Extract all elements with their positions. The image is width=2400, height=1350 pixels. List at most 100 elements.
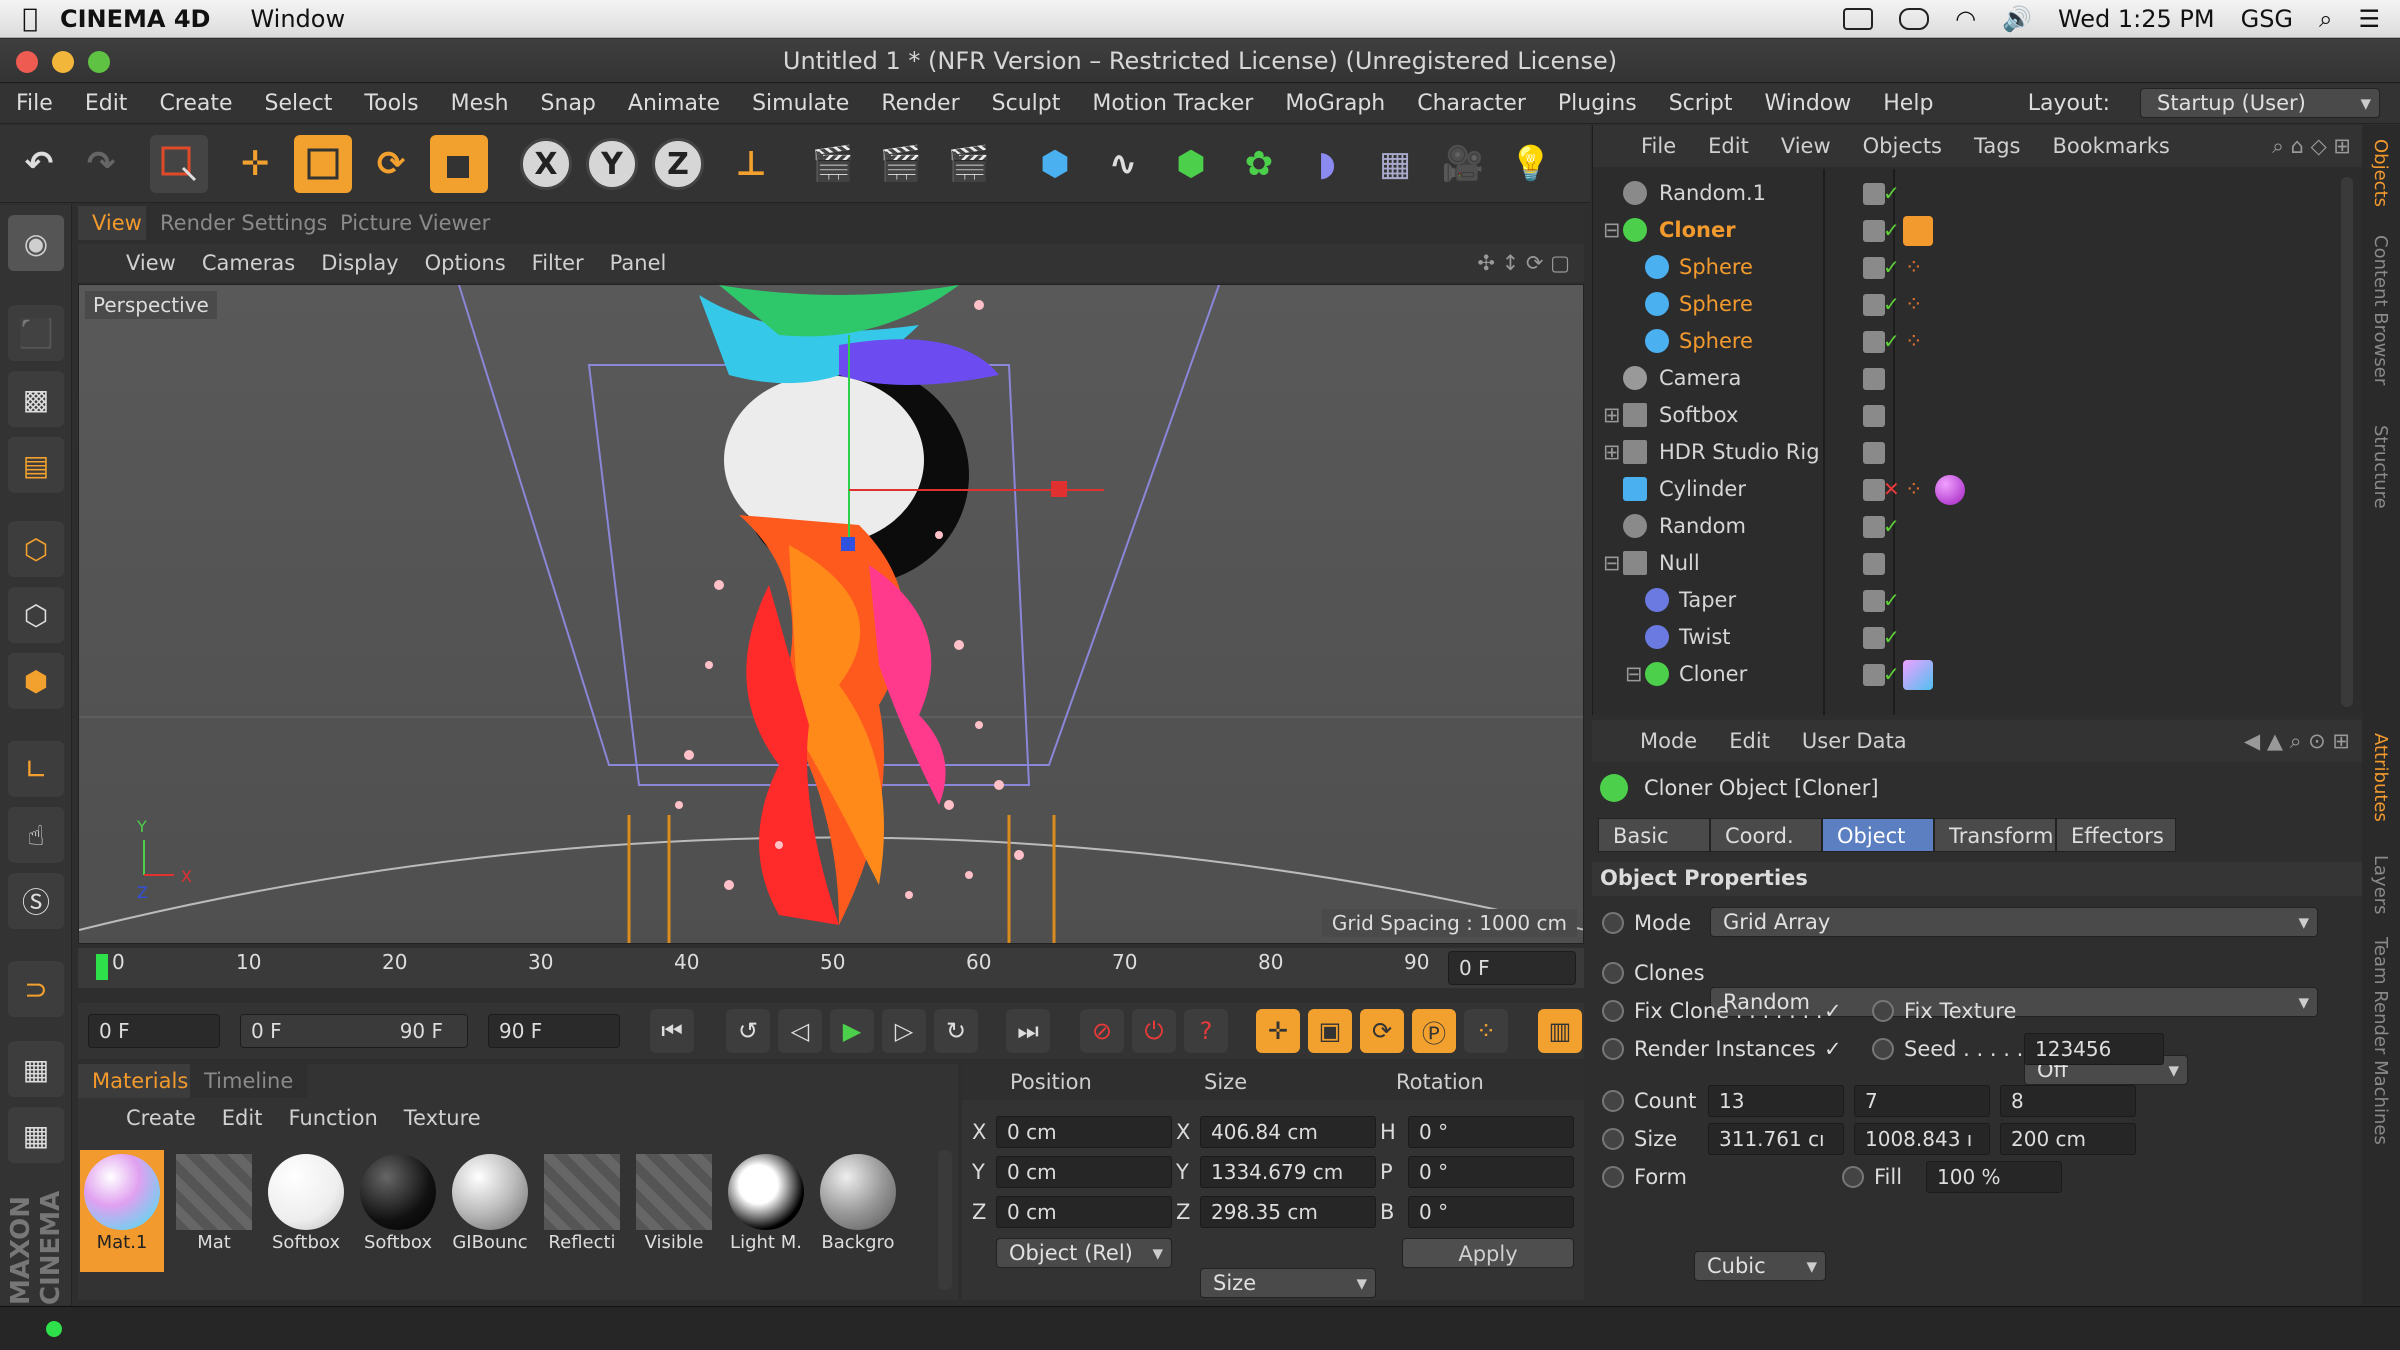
mat-menu-texture[interactable]: Texture — [404, 1106, 481, 1130]
x-axis-button[interactable]: X — [520, 138, 572, 190]
attr-tab-basic[interactable]: Basic — [1598, 818, 1710, 852]
workplane-icon[interactable]: ▦ — [8, 1041, 64, 1097]
apple-icon[interactable]:  — [0, 4, 60, 34]
tab-render-settings[interactable]: Render Settings — [146, 206, 342, 240]
subdivision-surface-icon[interactable]: ⬢ — [1162, 135, 1220, 193]
next-frame-icon[interactable]: ▷ — [882, 1009, 926, 1053]
mat-menu-edit[interactable]: Edit — [222, 1106, 263, 1130]
material-swatch[interactable]: Softbox — [264, 1150, 348, 1272]
menu-select[interactable]: Select — [249, 91, 349, 116]
seed-field[interactable]: 123456 — [2024, 1033, 2164, 1065]
goto-start-icon[interactable]: ⏮ — [650, 1009, 694, 1053]
coord-size-mode-dropdown[interactable]: Size — [1200, 1268, 1376, 1298]
material-swatch[interactable]: Mat.1 — [80, 1150, 164, 1272]
object-row[interactable]: Sphere ✓ ⁘ — [1593, 286, 2363, 323]
obj-search-icon[interactable]: ⌕ ⌂ ◇ ⊞ — [2272, 134, 2351, 159]
object-row[interactable]: Camera — [1593, 360, 2363, 397]
cloud-icon[interactable] — [1899, 8, 1930, 30]
deformer-icon[interactable]: ◗ — [1298, 135, 1356, 193]
key-parameter-icon[interactable]: Ⓟ — [1412, 1009, 1456, 1053]
cloner-icon[interactable]: ✿ — [1230, 135, 1288, 193]
key-scale-icon[interactable]: ▣ — [1308, 1009, 1352, 1053]
obj-menu-objects[interactable]: Objects — [1863, 134, 1942, 158]
pos-z-field[interactable]: 0 cm — [996, 1196, 1172, 1228]
menu-plugins[interactable]: Plugins — [1542, 91, 1653, 116]
key-rotation-icon[interactable]: ⟳ — [1360, 1009, 1404, 1053]
material-swatch[interactable]: GIBounc — [448, 1150, 532, 1272]
render-picture-viewer-icon[interactable]: 🎬 — [872, 135, 930, 193]
mac-clock[interactable]: Wed 1:25 PM — [2058, 5, 2215, 33]
attr-tab-transform[interactable]: Transform — [1934, 818, 2056, 852]
object-row[interactable]: Cylinder ✕ ⁘ — [1593, 471, 2363, 508]
object-row[interactable]: Taper ✓ — [1593, 582, 2363, 619]
polygons-mode-icon[interactable]: ⬢ — [8, 653, 64, 709]
volume-icon[interactable]: 🔊 — [2002, 5, 2032, 33]
menu-window[interactable]: Window — [1749, 91, 1868, 116]
size-z-field[interactable]: 200 cm — [2000, 1123, 2136, 1155]
menu-render[interactable]: Render — [865, 91, 975, 116]
scale-icon[interactable] — [294, 135, 352, 193]
attr-menu-edit[interactable]: Edit — [1729, 729, 1770, 753]
search-icon[interactable]: ⌕ — [2319, 5, 2332, 33]
menu-mograph[interactable]: MoGraph — [1269, 91, 1401, 116]
pos-x-field[interactable]: 0 cm — [996, 1116, 1172, 1148]
material-scrollbar[interactable] — [938, 1150, 952, 1290]
mode-dropdown[interactable]: Grid Array — [1710, 907, 2318, 937]
locked-workplane-icon[interactable]: ▦ — [8, 1107, 64, 1163]
size-x-field[interactable]: 311.761 cı — [1708, 1123, 1844, 1155]
side-tab-attributes[interactable]: Attributes — [2370, 733, 2391, 822]
size-z-field[interactable]: 298.35 cm — [1200, 1196, 1376, 1228]
next-key-icon[interactable]: ↻ — [934, 1009, 978, 1053]
tab-picture-viewer[interactable]: Picture Viewer — [326, 206, 505, 240]
clones-radio[interactable] — [1602, 962, 1624, 984]
object-row[interactable]: ⊟ Null — [1593, 545, 2363, 582]
object-row[interactable]: Sphere ✓ ⁘ — [1593, 323, 2363, 360]
rot-b-field[interactable]: 0 ° — [1408, 1196, 1574, 1228]
mac-app-name[interactable]: CINEMA 4D — [60, 5, 210, 33]
live-selection-icon[interactable] — [150, 135, 208, 193]
menu-character[interactable]: Character — [1401, 91, 1542, 116]
side-tab-content-browser[interactable]: Content Browser — [2370, 235, 2391, 385]
transform-icon[interactable] — [430, 135, 488, 193]
obj-menu-view[interactable]: View — [1781, 134, 1831, 158]
size-x-field[interactable]: 406.84 cm — [1200, 1116, 1376, 1148]
record-icon[interactable]: ⊘ — [1080, 1009, 1124, 1053]
object-row[interactable]: ⊟ Cloner ✓ — [1593, 656, 2363, 693]
viewport-menu-view[interactable]: View — [126, 251, 176, 275]
menu-help[interactable]: Help — [1867, 91, 1949, 116]
autokey-icon[interactable]: ⏻ — [1132, 1009, 1176, 1053]
rotate-icon[interactable]: ⟳ — [362, 135, 420, 193]
viewport-menu-cameras[interactable]: Cameras — [202, 251, 295, 275]
count-x-field[interactable]: 13 — [1708, 1085, 1844, 1117]
zoom-window-button[interactable] — [88, 51, 110, 73]
floor-icon[interactable]: ▦ — [1366, 135, 1424, 193]
mac-window-menu[interactable]: Window — [250, 5, 345, 33]
rot-h-field[interactable]: 0 ° — [1408, 1116, 1574, 1148]
attr-tab-coord[interactable]: Coord. — [1710, 818, 1822, 852]
fix-clone-checkbox[interactable]: ✓ — [1824, 995, 1842, 1027]
fill-radio[interactable] — [1842, 1166, 1864, 1188]
count-y-field[interactable]: 7 — [1854, 1085, 1990, 1117]
side-tab-objects[interactable]: Objects — [2370, 139, 2391, 207]
menu-motion-tracker[interactable]: Motion Tracker — [1076, 91, 1269, 116]
seed-radio[interactable] — [1872, 1038, 1894, 1060]
side-tab-structure[interactable]: Structure — [2370, 425, 2391, 509]
object-row[interactable]: Random ✓ — [1593, 508, 2363, 545]
render-view-icon[interactable]: 🎬 — [804, 135, 862, 193]
tab-timeline[interactable]: Timeline — [190, 1064, 308, 1098]
side-tab-team-render[interactable]: Team Render Machines — [2370, 937, 2391, 1145]
object-row[interactable]: ⊞ HDR Studio Rig — [1593, 434, 2363, 471]
viewport-menu-options[interactable]: Options — [425, 251, 506, 275]
key-pla-icon[interactable]: ⁘ — [1464, 1009, 1508, 1053]
attr-tab-object[interactable]: Object — [1822, 818, 1934, 852]
make-editable-icon[interactable]: ◉ — [8, 215, 64, 271]
render-instances-radio[interactable] — [1602, 1038, 1624, 1060]
menu-tools[interactable]: Tools — [348, 91, 434, 116]
timeline-window-icon[interactable]: ▥ — [1538, 1009, 1582, 1053]
edit-render-settings-icon[interactable]: 🎬 — [940, 135, 998, 193]
tweak-mode-icon[interactable]: ☝ — [8, 807, 64, 863]
size-y-field[interactable]: 1008.843 ı — [1854, 1123, 1990, 1155]
count-z-field[interactable]: 8 — [2000, 1085, 2136, 1117]
side-tab-layers[interactable]: Layers — [2370, 855, 2391, 915]
end-frame-field[interactable]: 90 F — [488, 1014, 620, 1048]
